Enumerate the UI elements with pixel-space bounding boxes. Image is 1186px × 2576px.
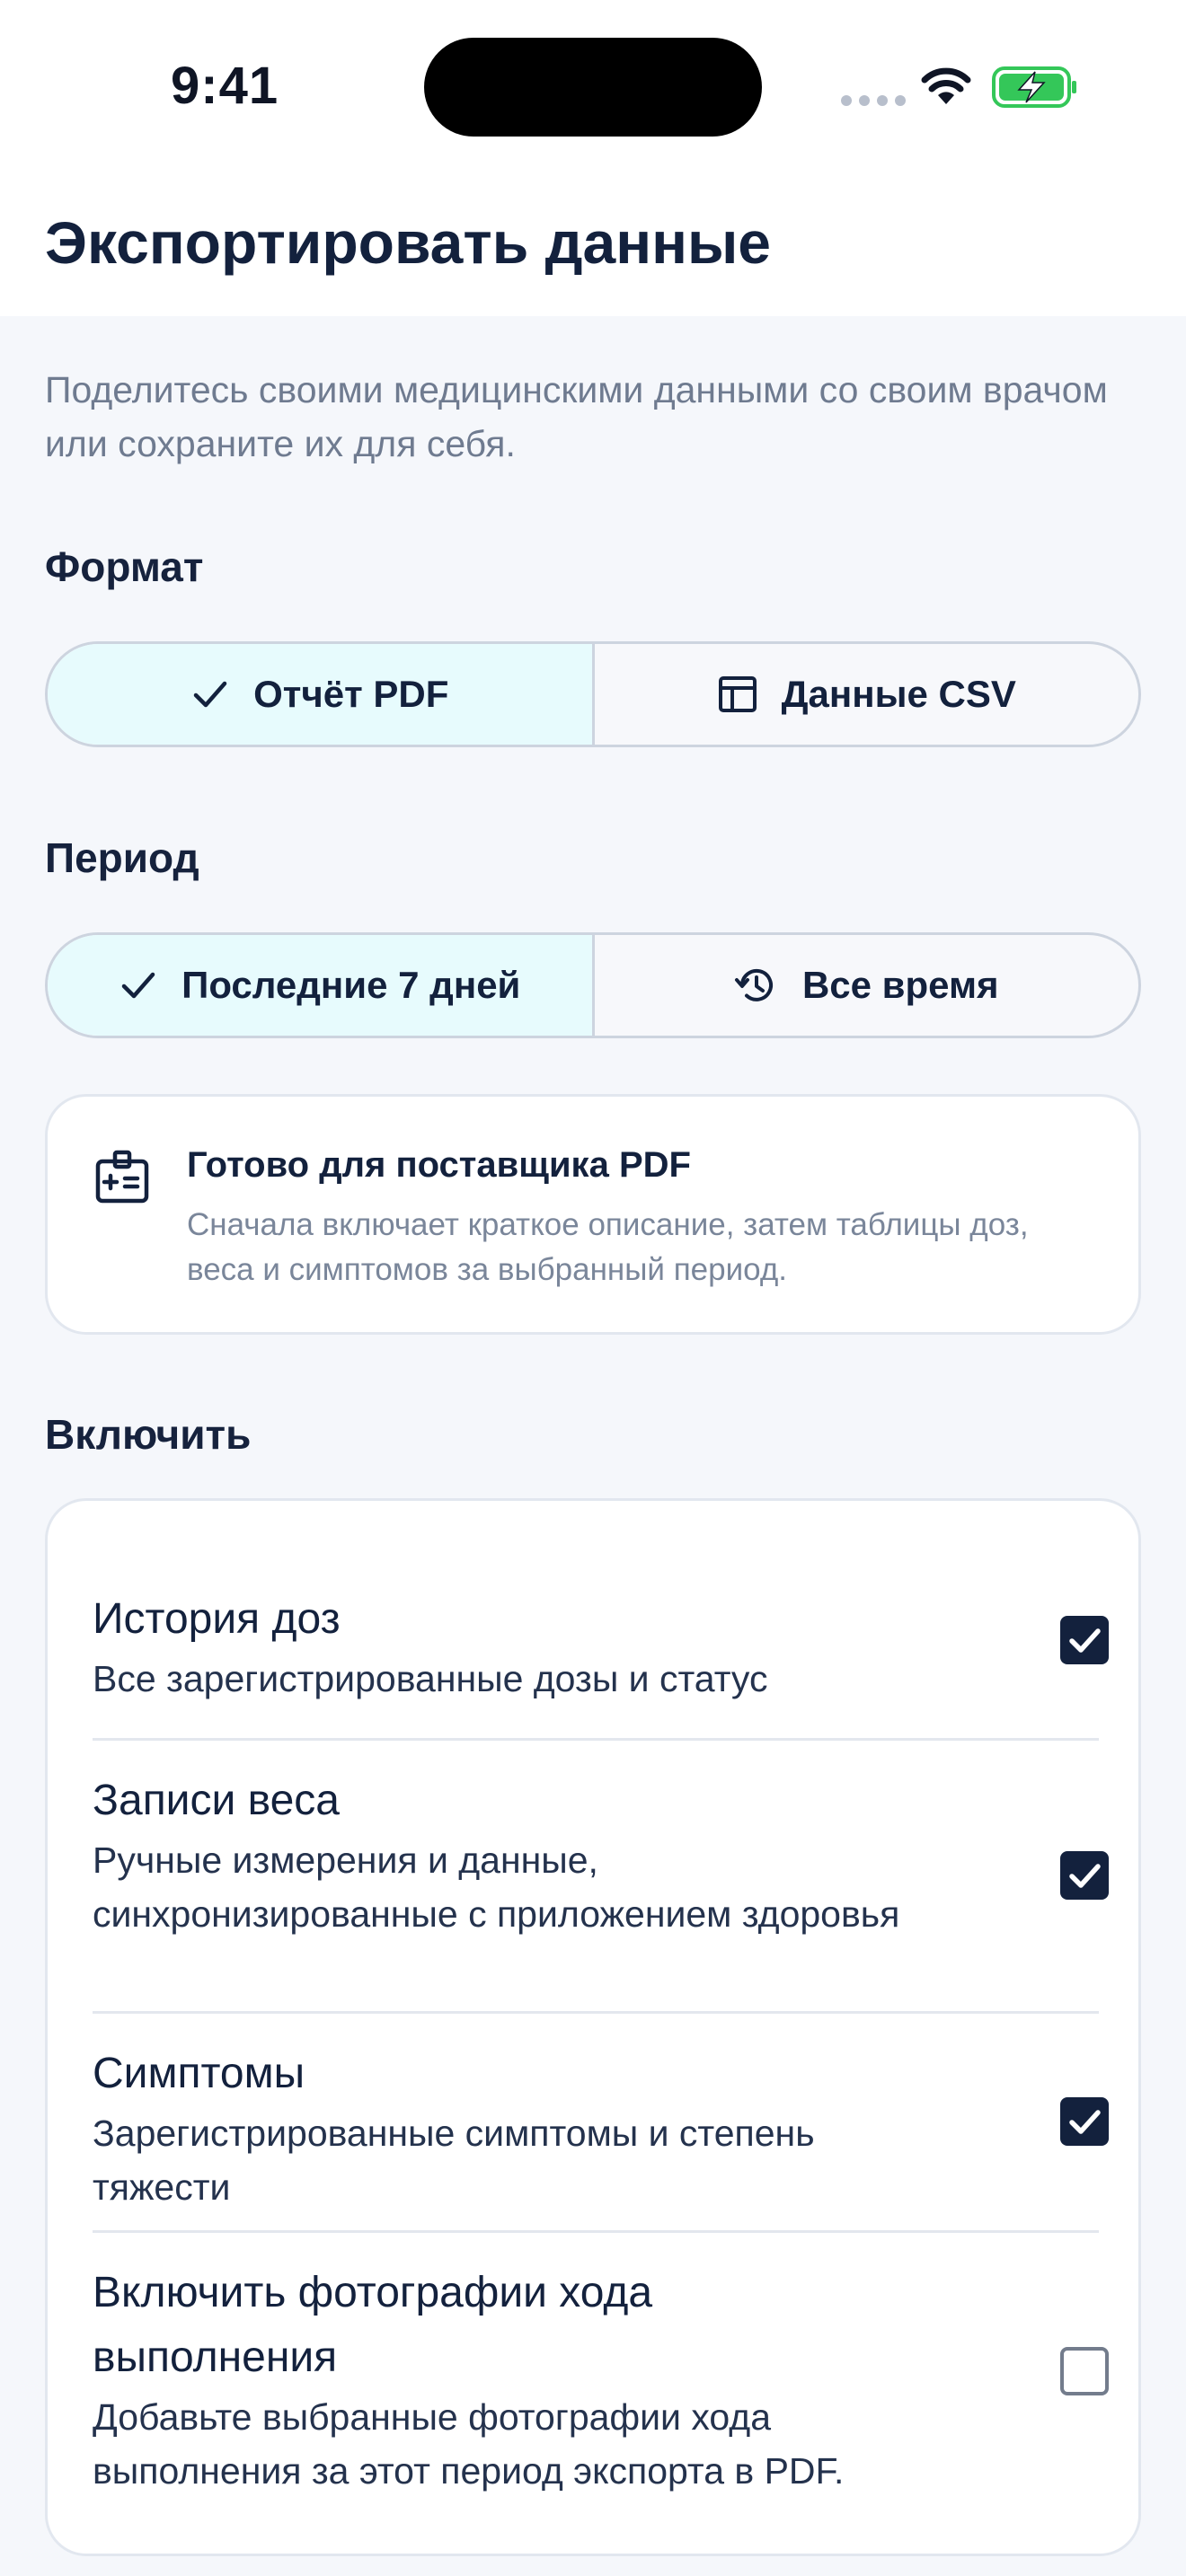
period-label: Период bbox=[45, 834, 199, 881]
cellular-signal-icon bbox=[841, 95, 906, 106]
format-option-label: Отчёт PDF bbox=[253, 673, 449, 715]
symptoms-checkbox[interactable] bbox=[1060, 2097, 1109, 2146]
dynamic-island bbox=[424, 38, 762, 137]
include-row-title: Записи веса bbox=[93, 1777, 340, 1824]
checkmark-icon bbox=[1069, 2110, 1101, 2134]
format-segmented-control: Отчёт PDF Данные CSV bbox=[45, 641, 1141, 747]
format-option-csv[interactable]: Данные CSV bbox=[591, 644, 1139, 745]
info-description: Сначала включает краткое описание, затем… bbox=[187, 1207, 1029, 1287]
period-option-label: Последние 7 дней bbox=[181, 964, 521, 1006]
include-row-description: Все зарегистрированные дозы и статус bbox=[93, 1658, 768, 1699]
include-options-card: История доз Все зарегистрированные дозы … bbox=[45, 1498, 1141, 2556]
checkmark-icon bbox=[121, 972, 155, 999]
weight-records-checkbox[interactable] bbox=[1060, 1851, 1109, 1900]
checkmark-icon bbox=[1069, 1864, 1101, 1888]
period-segmented-control: Последние 7 дней Все время bbox=[45, 932, 1141, 1038]
top-bar: 9:41 Экспортировать данные bbox=[0, 0, 1186, 316]
include-row-description: Ручные измерения и данные, синхронизиров… bbox=[93, 1839, 900, 1935]
include-row-description: Добавьте выбранные фотографии хода выпол… bbox=[93, 2396, 845, 2492]
include-row-description: Зарегистрированные симптомы и степень тя… bbox=[93, 2113, 815, 2208]
format-label: Формат bbox=[45, 543, 204, 590]
dose-history-checkbox[interactable] bbox=[1060, 1616, 1109, 1664]
battery-charging-icon bbox=[992, 66, 1076, 108]
include-row-title: Включить фотографии хода выполнения bbox=[93, 2269, 653, 2381]
include-row-dose-history[interactable]: История доз Все зарегистрированные дозы … bbox=[93, 1587, 1099, 1706]
wifi-icon bbox=[921, 67, 971, 104]
history-icon bbox=[734, 968, 773, 1001]
include-row-symptoms[interactable]: Симптомы Зарегистрированные симптомы и с… bbox=[93, 2042, 1099, 2214]
format-option-label: Данные CSV bbox=[781, 673, 1016, 715]
include-label: Включить bbox=[45, 1411, 252, 1458]
format-option-pdf[interactable]: Отчёт PDF bbox=[48, 644, 592, 745]
row-divider bbox=[93, 1738, 1099, 1741]
medical-id-icon bbox=[95, 1150, 149, 1204]
pdf-info-card: Готово для поставщика PDF Сначала включа… bbox=[45, 1094, 1141, 1335]
include-row-title: Симптомы bbox=[93, 2050, 305, 2097]
status-time: 9:41 bbox=[171, 57, 279, 115]
include-row-weight-records[interactable]: Записи веса Ручные измерения и данные, с… bbox=[93, 1769, 1099, 1941]
row-divider bbox=[93, 2230, 1099, 2233]
checkmark-icon bbox=[193, 681, 227, 708]
period-option-last-7-days[interactable]: Последние 7 дней bbox=[48, 935, 592, 1036]
checkmark-icon bbox=[1069, 1628, 1101, 1653]
include-row-progress-photos[interactable]: Включить фотографии хода выполнения Доба… bbox=[93, 2261, 1099, 2498]
info-title: Готово для поставщика PDF bbox=[187, 1145, 691, 1185]
include-row-title: История доз bbox=[93, 1595, 341, 1643]
progress-photos-checkbox[interactable] bbox=[1060, 2347, 1109, 2395]
period-option-label: Все время bbox=[801, 964, 999, 1006]
table-icon bbox=[718, 676, 757, 712]
page-title: Экспортировать данные bbox=[45, 209, 772, 276]
row-divider bbox=[93, 2011, 1099, 2014]
page-subtitle: Поделитесь своими медицинскими данными с… bbox=[45, 369, 1108, 464]
period-option-all-time[interactable]: Все время bbox=[591, 935, 1139, 1036]
